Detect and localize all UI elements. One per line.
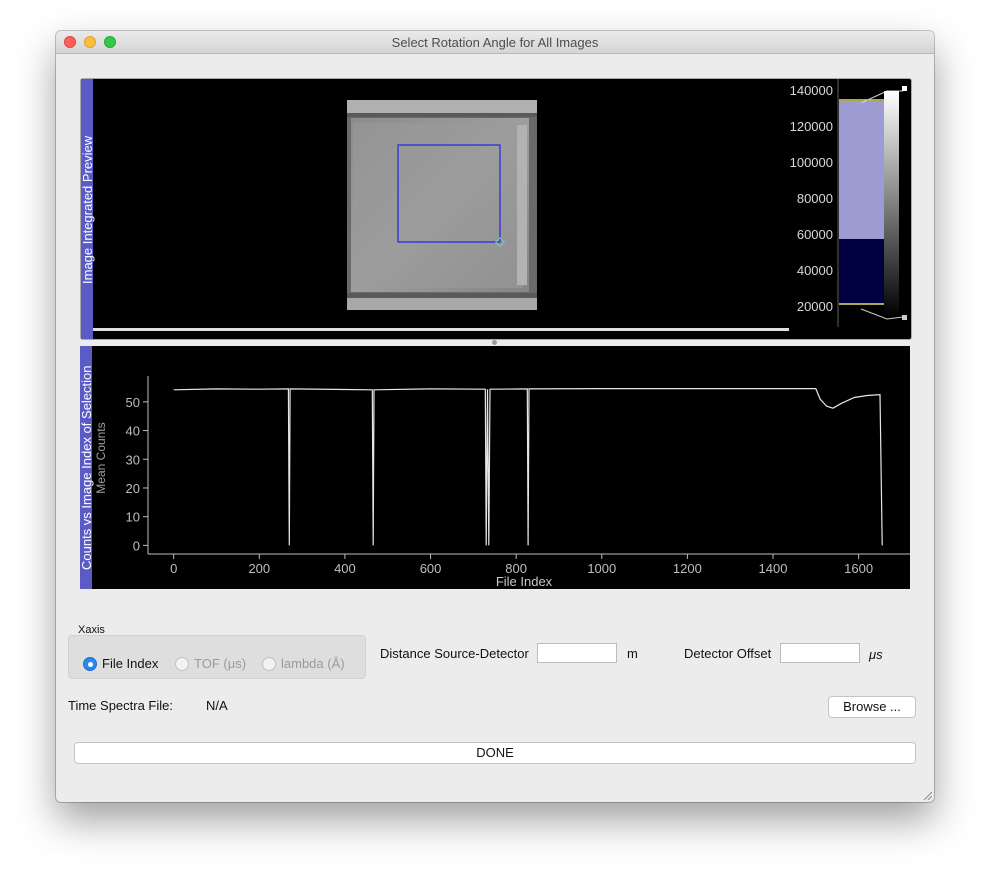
distance-source-detector-input[interactable] [537,643,617,663]
radio-file-index[interactable]: File Index [83,656,158,671]
histogram-axis: 140000 120000 100000 80000 60000 40000 2… [790,83,833,314]
gradient-bar[interactable] [884,91,899,317]
histogram-low-region [839,239,885,304]
counts-plot[interactable]: 0 200 400 600 800 1000 1200 1400 160001020304050… [80,346,910,589]
gradient-tick-low[interactable] [902,315,907,320]
sample-image [347,100,537,310]
histogram-tick-label: 140000 [790,83,833,98]
plot-y-tick-label: 20 [126,481,140,496]
gradient-tick-high[interactable] [902,86,907,91]
plot-x-tick-label: 0 [170,561,177,576]
radio-tof[interactable]: TOF (μs) [175,656,246,671]
histogram-tick-label: 60000 [797,227,833,242]
title-bar: Select Rotation Angle for All Images [56,31,934,54]
image-preview-view[interactable]: 140000 120000 100000 80000 60000 40000 2… [81,79,911,339]
radio-lambda-dot[interactable] [262,656,276,671]
plot-series [173,387,883,546]
plot-x-tick-label: 400 [334,561,356,576]
window-title: Select Rotation Angle for All Images [391,35,599,50]
plot-series-line [173,387,883,546]
image-preview-dock: Image Integrated Preview 140000 120000 1… [80,78,912,340]
xaxis-group: File Index TOF (μs) lambda (Å) [68,635,366,679]
browse-button[interactable]: Browse ... [828,696,916,718]
plot-y-tick-label: 0 [133,538,140,553]
radio-lambda-label: lambda (Å) [281,656,345,671]
plot-x-tick-label: 1200 [673,561,702,576]
plot-x-tick-label: 1600 [844,561,873,576]
histogram-tick-label: 100000 [790,155,833,170]
preview-scrollbar[interactable] [93,328,789,331]
radio-file-index-dot[interactable] [83,656,97,671]
done-button[interactable]: DONE [74,742,916,764]
detector-offset-input[interactable] [780,643,860,663]
plot-y-tick-label: 10 [126,510,140,525]
detector-offset-label: Detector Offset [684,646,772,661]
distance-source-detector-label: Distance Source-Detector [380,646,529,661]
plot-y-axis-label: Mean Counts [94,422,108,493]
main-window: Select Rotation Angle for All Images Ima… [56,31,934,802]
radio-lambda[interactable]: lambda (Å) [262,656,345,671]
time-spectra-file-label: Time Spectra File: [68,698,173,713]
histogram-tick-label: 40000 [797,263,833,278]
resize-grip-icon[interactable] [922,790,932,800]
plot-x-tick-label: 1400 [759,561,788,576]
radio-tof-label: TOF (μs) [194,656,247,671]
dock-splitter-handle[interactable] [492,340,497,345]
histogram-region[interactable] [839,101,885,239]
time-spectra-file-value: N/A [206,698,228,713]
plot-y-tick-label: 30 [126,452,140,467]
histogram-lut[interactable] [837,79,907,327]
histogram-tick-label: 80000 [797,191,833,206]
distance-unit-label: m [627,646,638,661]
histogram-tick-label: 20000 [797,299,833,314]
plot-x-tick-label: 1000 [587,561,616,576]
offset-unit-label: μs [869,647,883,662]
plot-axes: 0 200 400 600 800 1000 1200 1400 160001020304050 [126,376,910,576]
plot-x-tick-label: 600 [420,561,442,576]
radio-tof-dot[interactable] [175,656,189,671]
plot-y-tick-label: 50 [126,395,140,410]
radio-file-index-label: File Index [102,656,159,671]
histogram-tick-label: 120000 [790,119,833,134]
counts-plot-dock: Counts vs Image Index of Selection 0 200 4… [79,346,910,589]
plot-y-tick-label: 40 [126,424,140,439]
plot-x-axis-label: File Index [496,574,553,589]
plot-x-tick-label: 200 [248,561,270,576]
